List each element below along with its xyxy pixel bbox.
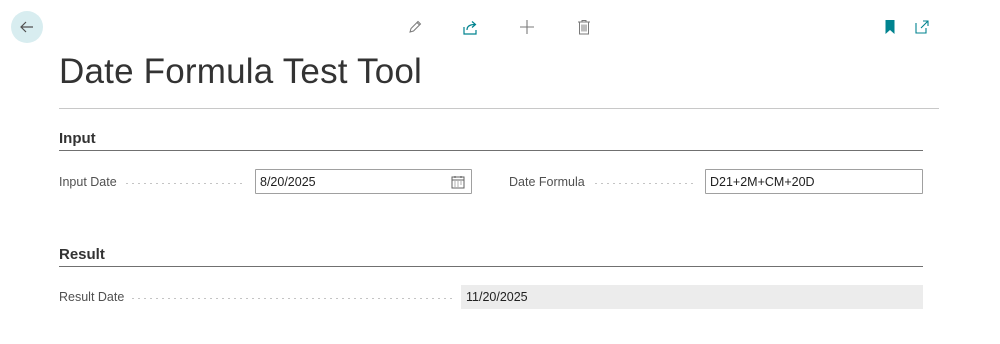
share-icon xyxy=(462,20,477,35)
date-formula-value: D21+2M+CM+20D xyxy=(710,174,815,189)
bookmark-icon xyxy=(885,20,895,34)
share-button[interactable] xyxy=(460,17,480,37)
bookmark-button[interactable] xyxy=(880,17,900,37)
back-arrow-icon xyxy=(20,21,33,33)
open-in-new-window-button[interactable] xyxy=(912,17,932,37)
section-header-result[interactable]: Result xyxy=(59,246,105,263)
input-date-value: 8/20/2025 xyxy=(260,174,316,189)
trash-icon xyxy=(578,20,590,35)
calendar-icon[interactable] xyxy=(451,175,465,189)
edit-button[interactable] xyxy=(405,17,425,37)
date-formula-field[interactable]: D21+2M+CM+20D xyxy=(705,169,923,194)
input-date-label: Input Date xyxy=(59,175,117,189)
date-formula-label: Date Formula xyxy=(509,175,585,189)
plus-icon xyxy=(520,20,534,34)
result-date-value: 11/20/2025 xyxy=(466,290,528,304)
section-divider-result xyxy=(59,266,923,267)
page-title: Date Formula Test Tool xyxy=(59,52,422,91)
new-button[interactable] xyxy=(517,17,537,37)
label-leader-dots xyxy=(593,183,697,184)
result-date-label: Result Date xyxy=(59,290,125,304)
open-new-window-icon xyxy=(915,20,929,34)
pencil-icon xyxy=(409,20,422,33)
back-button[interactable] xyxy=(11,11,43,43)
result-date-field: 11/20/2025 xyxy=(461,285,923,309)
section-header-input[interactable]: Input xyxy=(59,130,96,147)
input-date-field[interactable]: 8/20/2025 xyxy=(255,169,472,194)
label-leader-dots xyxy=(124,183,246,184)
delete-button[interactable] xyxy=(574,17,594,37)
section-divider-input xyxy=(59,150,923,151)
label-leader-dots xyxy=(130,298,454,299)
title-divider xyxy=(59,108,939,109)
